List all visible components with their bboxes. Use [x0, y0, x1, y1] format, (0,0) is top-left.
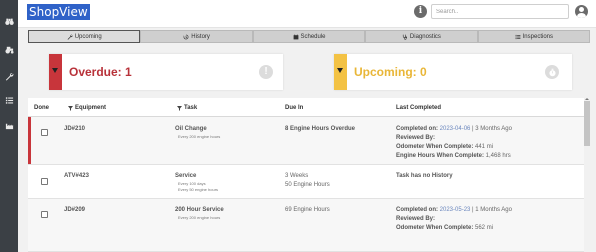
due-cell: 8 Engine Hours Overdue — [285, 126, 356, 132]
upcoming-card[interactable]: Upcoming: 0 — [334, 54, 572, 90]
wrench-icon[interactable] — [3, 70, 15, 82]
task-interval: Every 200 engine hours — [178, 215, 221, 220]
completed-on: Completed on: 2023-04-06 | 3 Months Ago — [396, 126, 512, 132]
tab-schedule[interactable]: Schedule — [252, 30, 366, 43]
completed-date-link[interactable]: 2023-04-06 — [440, 126, 471, 132]
completed-ago: | 1 Months Ago — [470, 207, 512, 213]
top-header: ShopView i — [18, 0, 596, 28]
odometer-value: 562 mi — [473, 225, 494, 231]
odometer: Odometer When Complete: 441 mi — [396, 144, 493, 150]
tab-bar: Upcoming History Schedule Diagnostics In… — [28, 30, 591, 43]
history-icon — [183, 34, 189, 39]
upcoming-count: Upcoming: 0 — [354, 65, 427, 79]
due-cell: 50 Engine Hours — [285, 182, 330, 188]
caret-down-icon — [52, 68, 58, 73]
odometer-label: Odometer When Complete: — [396, 144, 474, 150]
user-avatar-icon[interactable] — [575, 5, 588, 18]
tractor-icon[interactable] — [3, 43, 15, 55]
engine-hours-label: Engine Hours When Complete: — [396, 153, 485, 159]
wrench-icon — [67, 34, 73, 40]
column-last-completed[interactable]: Last Completed — [396, 105, 441, 111]
completed-ago: | 3 Months Ago — [470, 126, 512, 132]
due-cell: 69 Engine Hours — [285, 207, 330, 213]
table-scrollbar[interactable] — [584, 98, 590, 252]
task-interval: Every 200 engine hours — [178, 134, 221, 139]
filter-icon[interactable] — [68, 105, 73, 111]
done-checkbox[interactable] — [41, 211, 48, 218]
factory-icon[interactable] — [3, 119, 15, 131]
equipment-cell[interactable]: ATV#423 — [64, 173, 89, 179]
column-label: Last Completed — [396, 105, 442, 111]
tab-upcoming[interactable]: Upcoming — [28, 30, 141, 43]
exclamation-icon: ! — [259, 65, 273, 79]
column-due-in[interactable]: Due In — [285, 105, 303, 111]
column-done[interactable]: Done — [34, 105, 49, 111]
search-input[interactable] — [431, 4, 569, 19]
avatar-head — [579, 7, 584, 12]
tab-label: History — [191, 33, 210, 40]
task-cell[interactable]: Oil Change — [175, 126, 207, 132]
overdue-card[interactable]: Overdue: 1 ! — [49, 54, 283, 90]
list-icon[interactable] — [3, 94, 15, 106]
scroll-thumb[interactable] — [584, 101, 590, 146]
no-history: Task has no History — [396, 173, 453, 179]
caret-down-icon — [337, 68, 343, 73]
engine-hours: Engine Hours When Complete: 1,468 hrs — [396, 153, 511, 159]
tab-diagnostics[interactable]: Diagnostics — [365, 30, 478, 43]
table-row[interactable]: ATV#423 Service Every 100 days Every 50 … — [28, 165, 584, 199]
table-header: Done Equipment Task Due In Last Complete… — [28, 98, 584, 117]
task-cell[interactable]: 200 Hour Service — [175, 207, 224, 213]
overdue-flag — [28, 117, 31, 164]
checklist-icon — [515, 34, 521, 39]
tab-label: Diagnostics — [409, 33, 441, 40]
completed-on-label: Completed on: — [396, 126, 438, 132]
due-cell: 3 Weeks — [285, 173, 309, 179]
filter-icon[interactable] — [177, 105, 182, 111]
scroll-up-arrow-icon[interactable] — [585, 98, 589, 100]
maintenance-table: Done Equipment Task Due In Last Complete… — [28, 98, 584, 252]
tab-label: Upcoming — [74, 33, 102, 40]
column-label: Done — [34, 105, 49, 111]
odometer-value: 441 mi — [473, 144, 494, 150]
task-cell[interactable]: Service — [175, 173, 196, 179]
overdue-toggle[interactable] — [49, 54, 62, 90]
completed-on-label: Completed on: — [396, 207, 438, 213]
stopwatch-icon — [545, 65, 559, 79]
binoculars-icon[interactable] — [3, 15, 15, 27]
reviewed-by: Reviewed By: — [396, 135, 436, 141]
tab-label: Schedule — [300, 33, 326, 40]
task-interval: Every 100 days — [178, 181, 206, 186]
info-icon[interactable]: i — [414, 5, 427, 18]
tab-inspections[interactable]: Inspections — [477, 30, 591, 43]
table-row[interactable]: JD#209 200 Hour Service Every 200 engine… — [28, 199, 584, 252]
completed-date-link[interactable]: 2023-05-23 — [440, 207, 471, 213]
equipment-cell[interactable]: JD#209 — [64, 207, 85, 213]
completed-on: Completed on: 2023-05-23 | 1 Months Ago — [396, 207, 512, 213]
tab-label: Inspections — [522, 33, 553, 40]
column-label: Equipment — [75, 105, 106, 111]
overdue-count: Overdue: 1 — [69, 65, 132, 79]
column-task[interactable]: Task — [177, 105, 197, 111]
odometer: Odometer When Complete: 562 mi — [396, 225, 493, 231]
column-label: Task — [184, 105, 198, 111]
calendar-icon — [293, 33, 298, 39]
table-row[interactable]: JD#210 Oil Change Every 200 engine hours… — [28, 117, 584, 165]
column-equipment[interactable]: Equipment — [68, 105, 106, 111]
stethoscope-icon — [402, 34, 407, 40]
upcoming-toggle[interactable] — [334, 54, 347, 90]
avatar-body — [577, 13, 586, 18]
reviewed-by: Reviewed By: — [396, 216, 436, 222]
sidebar — [0, 0, 18, 252]
tab-history[interactable]: History — [140, 30, 253, 43]
column-label: Due In — [285, 105, 304, 111]
app-title[interactable]: ShopView — [27, 4, 90, 20]
equipment-cell[interactable]: JD#210 — [64, 126, 85, 132]
done-checkbox[interactable] — [41, 129, 48, 136]
done-checkbox[interactable] — [41, 178, 48, 185]
engine-hours-value: 1,468 hrs — [484, 153, 511, 159]
task-interval: Every 50 engine hours — [178, 187, 219, 192]
odometer-label: Odometer When Complete: — [396, 225, 474, 231]
